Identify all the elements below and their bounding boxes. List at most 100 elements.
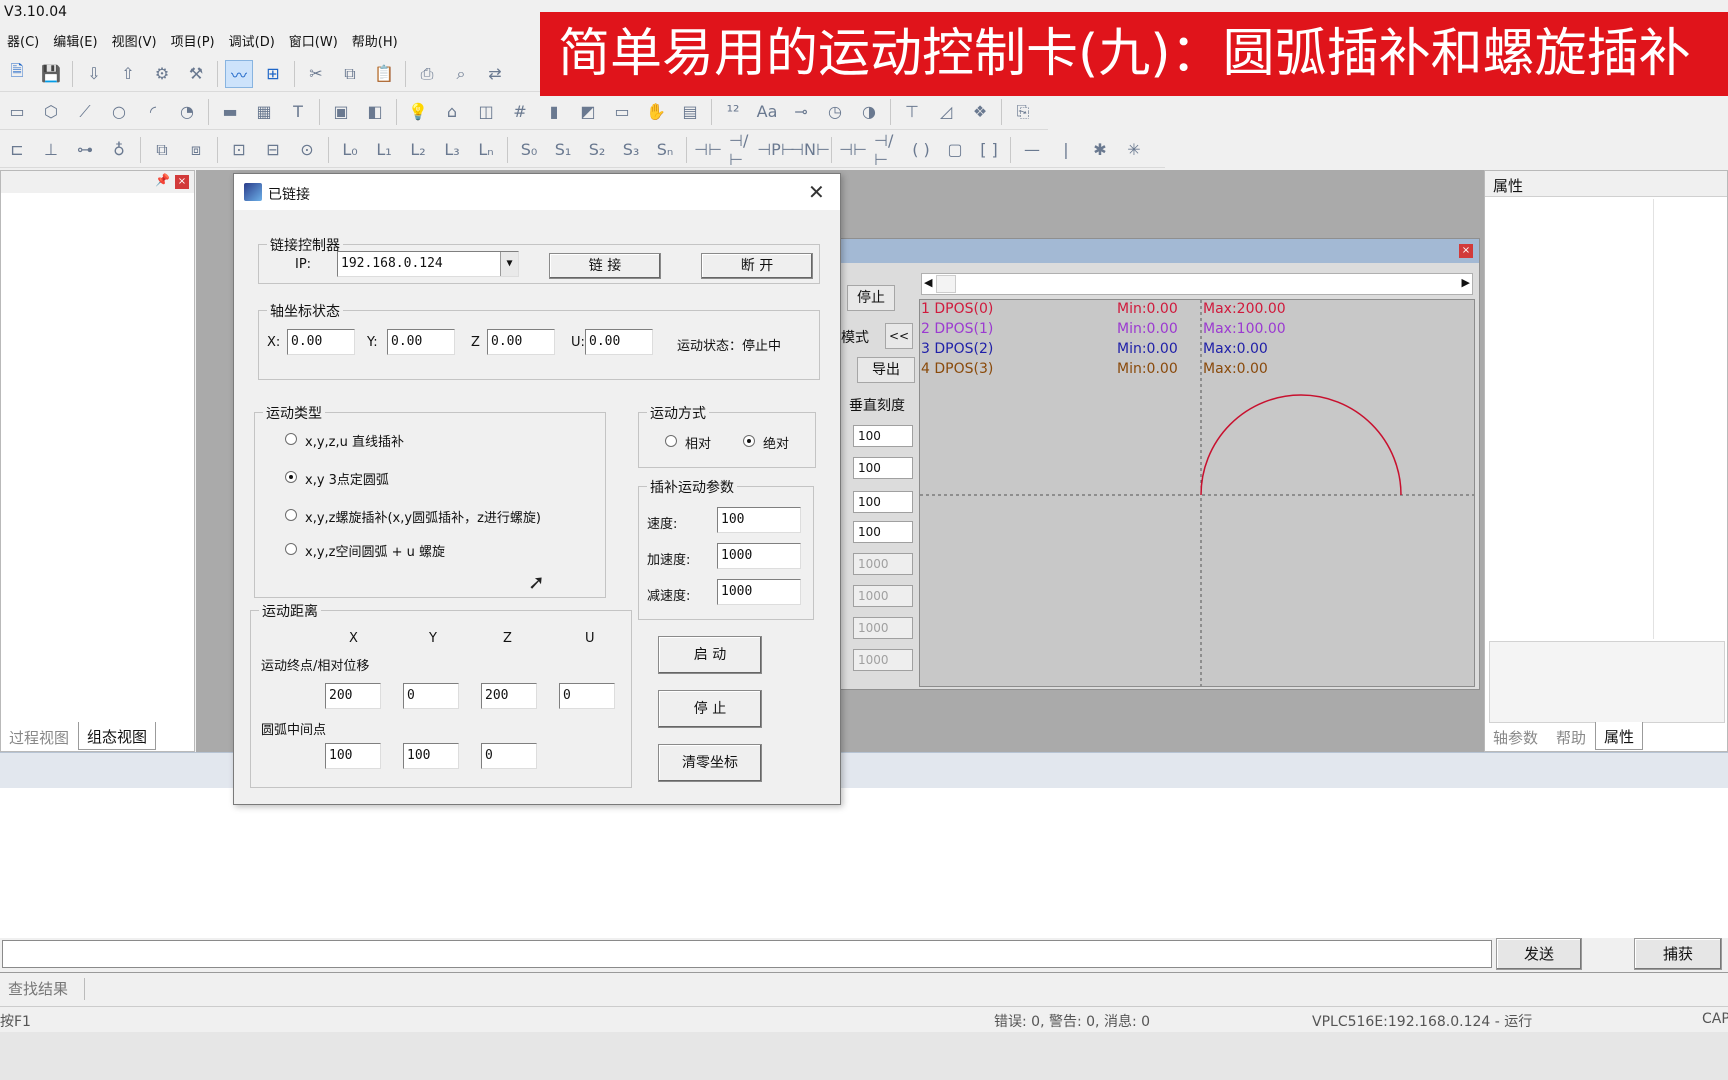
menu-window[interactable]: 窗口(W) xyxy=(282,28,345,54)
image-group-icon[interactable]: ◧ xyxy=(362,99,388,125)
ungroup-icon[interactable]: ⊟ xyxy=(260,137,286,163)
close-icon[interactable]: × xyxy=(1459,244,1473,258)
tab-process-view[interactable]: 过程视图 xyxy=(0,722,78,750)
cut-icon[interactable]: ✂ xyxy=(303,61,329,87)
tab-find-results[interactable]: 查找结果 xyxy=(8,978,68,999)
circle-icon[interactable]: ○ xyxy=(106,99,132,125)
text-box-icon[interactable]: ⊤ xyxy=(899,99,925,125)
meter-icon[interactable]: ◫ xyxy=(473,99,499,125)
bring-front-icon[interactable]: ⧉ xyxy=(149,137,175,163)
align-bottom-icon[interactable]: ⊥ xyxy=(38,137,64,163)
lock-icon[interactable]: ⊙ xyxy=(294,137,320,163)
midpoint-y-field[interactable]: 100 xyxy=(403,743,459,769)
paste-icon[interactable]: 📋 xyxy=(371,61,397,87)
open-file-icon[interactable]: 🗎 xyxy=(4,61,30,87)
ip-select[interactable]: 192.168.0.124 ▼ xyxy=(337,251,519,277)
ladder-contact-nc-icon[interactable]: ⊣/⊢ xyxy=(729,131,755,169)
lamp-icon[interactable]: 💡 xyxy=(405,99,431,125)
disconnect-button[interactable]: 断 开 xyxy=(701,253,813,279)
close-icon[interactable]: ✕ xyxy=(808,180,825,204)
layer-l0-icon[interactable]: L₀ xyxy=(337,137,363,163)
state-s2-icon[interactable]: S₂ xyxy=(584,137,610,163)
x-coord-field[interactable]: 0.00 xyxy=(287,329,355,355)
ladder-coil-icon[interactable]: ( ) xyxy=(908,137,934,163)
state-s3-icon[interactable]: S₃ xyxy=(618,137,644,163)
vscale-input[interactable]: 100 xyxy=(853,521,913,543)
menu-view[interactable]: 视图(V) xyxy=(105,28,164,54)
compile-icon[interactable]: ⚙ xyxy=(149,61,175,87)
rectangle-icon[interactable]: ▭ xyxy=(4,99,30,125)
switch-icon[interactable]: ◩ xyxy=(575,99,601,125)
group-icon[interactable]: ⊡ xyxy=(226,137,252,163)
delete-line-icon[interactable]: ✱ xyxy=(1087,137,1113,163)
close-icon[interactable]: × xyxy=(175,175,189,189)
image-icon[interactable]: ▣ xyxy=(328,99,354,125)
ladder-contact-p-icon[interactable]: ⊣P⊢ xyxy=(757,137,795,163)
menu-controller[interactable]: 器(C) xyxy=(0,28,46,54)
connect-button[interactable]: 链 接 xyxy=(549,253,661,279)
numeric-icon[interactable]: ¹² xyxy=(720,99,746,125)
scope-stop-button[interactable]: 停止 xyxy=(847,285,895,311)
midpoint-x-field[interactable]: 100 xyxy=(325,743,381,769)
hand-icon[interactable]: ✋ xyxy=(643,99,669,125)
radio-arc-3point[interactable] xyxy=(285,471,297,483)
find-icon[interactable]: ⌕ xyxy=(448,61,474,87)
bar-icon[interactable]: ▬ xyxy=(217,99,243,125)
delete-vline-icon[interactable]: ✳ xyxy=(1121,137,1147,163)
vscale-input[interactable]: 100 xyxy=(853,425,913,447)
tab-config-view[interactable]: 组态视图 xyxy=(78,722,157,750)
scroll-right-icon[interactable]: ▶ xyxy=(1462,276,1470,289)
send-button[interactable]: 发送 xyxy=(1496,938,1582,970)
property-page-icon[interactable]: ⎘ xyxy=(1010,99,1036,125)
speed-field[interactable]: 100 xyxy=(717,507,801,533)
replace-icon[interactable]: ⇄ xyxy=(482,61,508,87)
network-icon[interactable]: ⊞ xyxy=(260,61,286,87)
radio-linear[interactable] xyxy=(285,433,297,445)
tab-help[interactable]: 帮助 xyxy=(1547,722,1595,750)
scope-horizontal-scrollbar[interactable]: ◀ ▶ xyxy=(921,273,1473,295)
palette-icon[interactable]: ◑ xyxy=(856,99,882,125)
build-all-icon[interactable]: ⚒ xyxy=(183,61,209,87)
ladder-contact-no-icon[interactable]: ⊣⊢ xyxy=(694,137,722,163)
print-icon[interactable]: ⎙ xyxy=(414,61,440,87)
midpoint-z-field[interactable]: 0 xyxy=(481,743,537,769)
menu-edit[interactable]: 编辑(E) xyxy=(46,28,104,54)
text-icon[interactable]: T xyxy=(285,99,311,125)
polyline-icon[interactable]: ⟋ xyxy=(72,99,98,125)
layer-l3-icon[interactable]: L₃ xyxy=(439,137,465,163)
horizontal-line-icon[interactable]: — xyxy=(1019,137,1045,163)
chart-icon[interactable]: ◿ xyxy=(933,99,959,125)
state-s1-icon[interactable]: S₁ xyxy=(550,137,576,163)
device-icon[interactable]: ⌂ xyxy=(439,99,465,125)
align-left-icon[interactable]: ⊏ xyxy=(4,137,30,163)
panel-icon[interactable]: ▤ xyxy=(677,99,703,125)
align-center-icon[interactable]: ⊶ xyxy=(72,137,98,163)
y-coord-field[interactable]: 0.00 xyxy=(387,329,455,355)
radio-spatial-arc[interactable] xyxy=(285,543,297,555)
align-middle-icon[interactable]: ♁ xyxy=(106,137,132,163)
ladder-block-icon[interactable]: [ ] xyxy=(976,137,1002,163)
chevron-down-icon[interactable]: ▼ xyxy=(500,252,518,276)
vertical-line-icon[interactable]: | xyxy=(1053,137,1079,163)
endpoint-x-field[interactable]: 200 xyxy=(325,683,381,709)
widgets-icon[interactable]: ❖ xyxy=(967,99,993,125)
save-icon[interactable]: 💾 xyxy=(38,61,64,87)
start-button[interactable]: 启 动 xyxy=(658,636,762,674)
radio-absolute[interactable] xyxy=(743,435,755,447)
ladder-function-icon[interactable]: ▢ xyxy=(942,137,968,163)
arc-icon[interactable]: ◜ xyxy=(140,99,166,125)
menu-help[interactable]: 帮助(H) xyxy=(345,28,405,54)
u-coord-field[interactable]: 0.00 xyxy=(585,329,653,355)
table-icon[interactable]: ▦ xyxy=(251,99,277,125)
layer-l2-icon[interactable]: L₂ xyxy=(405,137,431,163)
z-coord-field[interactable]: 0.00 xyxy=(487,329,555,355)
menu-project[interactable]: 项目(P) xyxy=(164,28,222,54)
slider-icon[interactable]: ▮ xyxy=(541,99,567,125)
scroll-left-icon[interactable]: ◀ xyxy=(924,276,932,289)
layer-l1-icon[interactable]: L₁ xyxy=(371,137,397,163)
copy-icon[interactable]: ⧉ xyxy=(337,61,363,87)
pin-icon[interactable]: 📌 xyxy=(155,173,170,187)
button-widget-icon[interactable]: ▭ xyxy=(609,99,635,125)
oscilloscope-icon[interactable]: 〰 xyxy=(225,59,253,88)
menu-debug[interactable]: 调试(D) xyxy=(222,28,282,54)
